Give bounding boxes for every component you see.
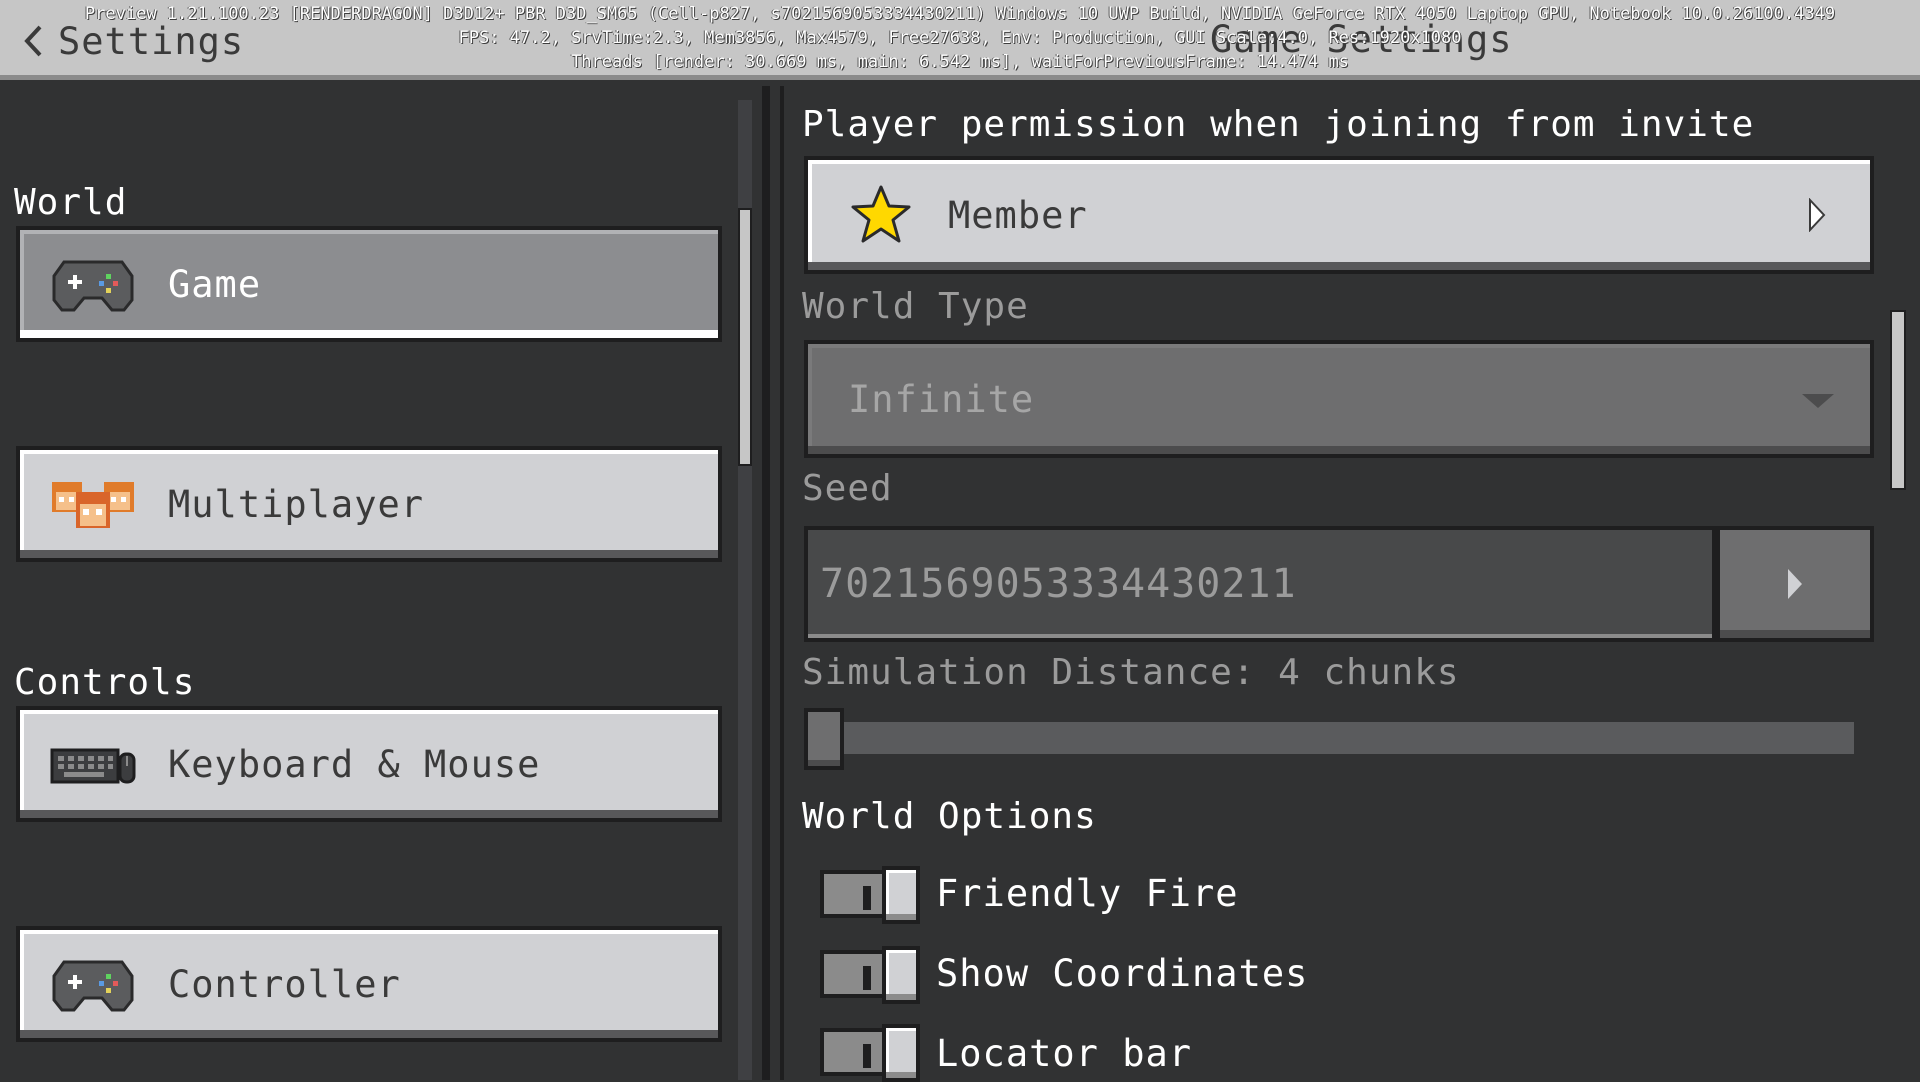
chevron-right-icon xyxy=(1788,569,1802,599)
sidebar-item-controller[interactable]: Controller xyxy=(16,926,722,1042)
invite-permission-label: Player permission when joining from invi… xyxy=(802,104,1755,145)
sidebar-item-label: Multiplayer xyxy=(168,482,425,526)
invite-permission-dropdown[interactable]: Member xyxy=(804,156,1874,274)
toggle-knob xyxy=(882,946,920,1004)
world-options-heading: World Options xyxy=(802,796,1097,837)
simulation-distance-slider-thumb[interactable] xyxy=(804,708,844,770)
sidebar-item-game[interactable]: Game xyxy=(16,226,722,342)
back-label: Settings xyxy=(58,19,245,63)
toggle-on-indicator xyxy=(863,886,871,910)
sidebar-item-multiplayer[interactable]: Multiplayer xyxy=(16,446,722,562)
gamepad-icon xyxy=(52,960,134,1012)
show-coordinates-label: Show Coordinates xyxy=(936,952,1309,995)
seed-input[interactable]: 7021569053334430211 xyxy=(804,526,1716,642)
back-button[interactable]: Settings xyxy=(22,16,244,66)
chevron-left-icon xyxy=(24,25,42,57)
simulation-distance-slider[interactable] xyxy=(808,722,1854,754)
sidebar-item-label: Keyboard & Mouse xyxy=(168,742,541,786)
toggle-on-indicator xyxy=(863,1044,871,1068)
toggle-on-indicator xyxy=(863,966,871,990)
sidebar-item-keyboard-mouse[interactable]: Keyboard & Mouse xyxy=(16,706,722,822)
show-coordinates-toggle[interactable] xyxy=(820,946,922,1004)
players-icon xyxy=(52,482,134,528)
seed-options-button[interactable] xyxy=(1716,526,1874,642)
toggle-knob xyxy=(882,866,920,924)
invite-permission-value: Member xyxy=(948,193,1088,237)
keyboard-icon xyxy=(50,748,136,784)
locator-bar-toggle[interactable] xyxy=(820,1024,922,1082)
settings-scrollbar-thumb[interactable] xyxy=(1890,310,1906,490)
sidebar-section-controls: Controls xyxy=(14,662,196,703)
locator-bar-label: Locator bar xyxy=(936,1032,1193,1075)
gamepad-icon xyxy=(52,260,134,312)
world-type-dropdown[interactable]: Infinite xyxy=(804,340,1874,458)
friendly-fire-label: Friendly Fire xyxy=(936,872,1239,915)
chevron-right-icon xyxy=(1809,198,1826,232)
world-type-label: World Type xyxy=(802,286,1029,327)
seed-label: Seed xyxy=(802,468,893,509)
chevron-down-icon xyxy=(1802,394,1834,408)
friendly-fire-toggle[interactable] xyxy=(820,866,922,924)
page-title: Game Settings xyxy=(1210,18,1513,61)
sidebar-section-world: World xyxy=(14,182,128,223)
star-icon xyxy=(851,185,911,243)
sidebar-item-label: Controller xyxy=(168,962,401,1006)
toggle-knob xyxy=(882,1024,920,1082)
top-bar: Settings Game Settings xyxy=(0,0,1920,80)
sidebar-item-label: Game xyxy=(168,262,262,306)
simulation-distance-label: Simulation Distance: 4 chunks xyxy=(802,652,1460,693)
world-type-value: Infinite xyxy=(848,377,1035,421)
sidebar-scrollbar-thumb[interactable] xyxy=(738,208,752,466)
